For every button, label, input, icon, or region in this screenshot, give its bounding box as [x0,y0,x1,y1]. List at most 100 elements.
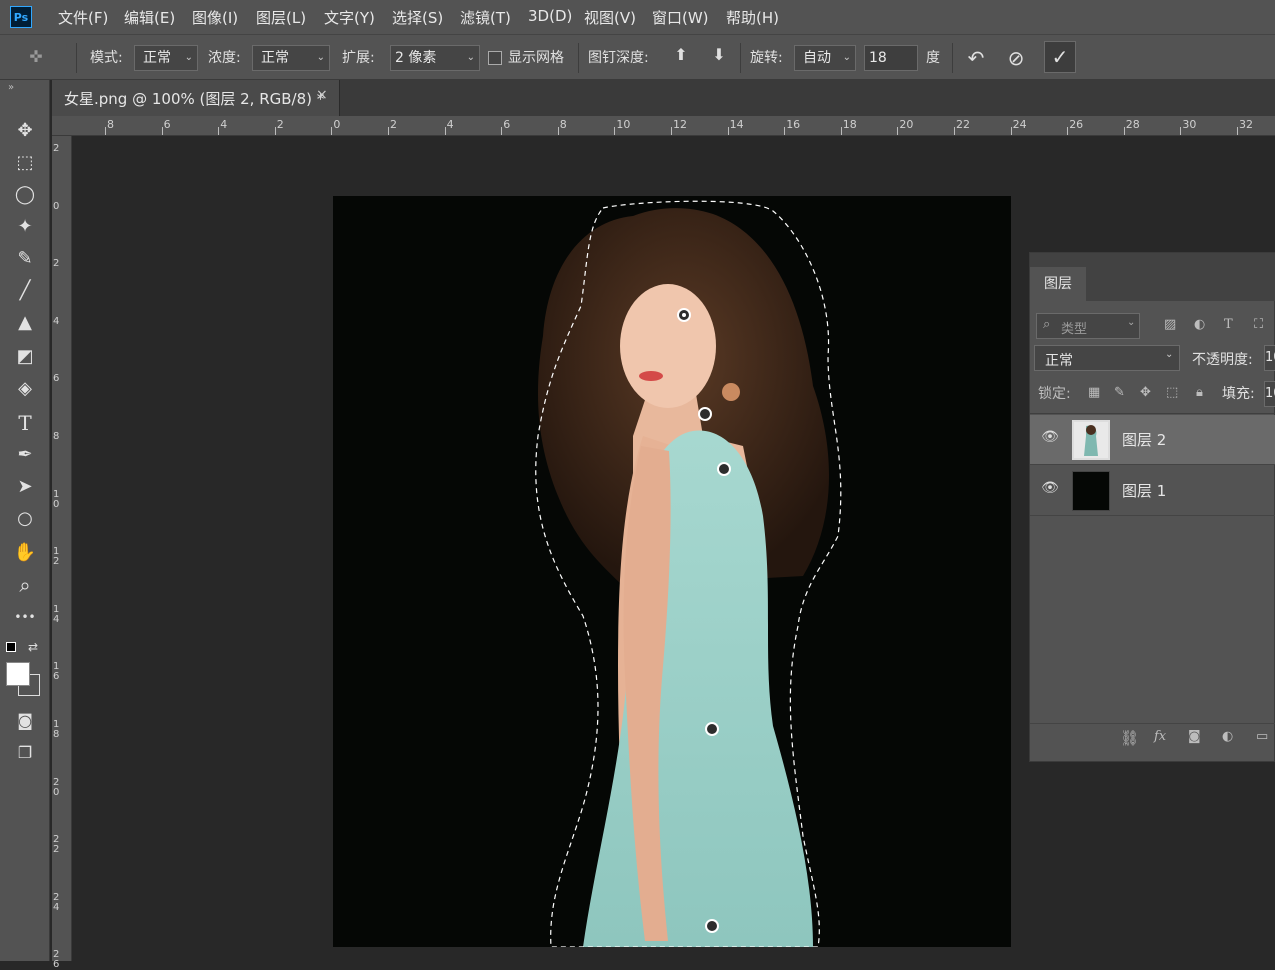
marquee-tool-icon[interactable]: ⬚ [12,150,38,176]
lasso-tool-icon[interactable]: ◯ [12,182,38,208]
swap-colors-icon[interactable]: ⇄ [28,640,38,654]
earring-shape [722,383,740,401]
layer-filter-select[interactable]: ⌕ 类型 ⌄ [1036,313,1140,339]
ruler-tick-label: 18 [53,719,60,740]
foreground-color-swatch[interactable] [6,662,30,686]
lock-all-icon[interactable]: 🔒︎ [1196,385,1203,400]
move-tool-icon[interactable]: ✥ [12,118,38,144]
density-select[interactable]: 正常 ⌄ [252,45,330,71]
menu-select[interactable]: 选择(S) [392,7,443,28]
commit-check-icon[interactable]: ✓ [1044,41,1076,73]
layer-row-selected[interactable]: 👁︎ 图层 2 [1030,415,1275,465]
lock-transparent-icon[interactable]: ▦ [1088,385,1100,400]
show-mesh-checkbox[interactable] [488,51,502,65]
type-tool-icon[interactable]: T [12,410,38,436]
density-label: 浓度: [208,50,241,66]
ruler-tick-label: 10 [616,118,631,131]
menu-image[interactable]: 图像(I) [192,7,238,28]
new-group-icon[interactable]: ▭ [1256,729,1268,744]
vertical-ruler: 2 0 2 4 6 8 10 12 14 16 18 20 22 24 26 [52,136,72,970]
layer-row[interactable]: 👁︎ 图层 1 [1030,466,1275,516]
fill-input[interactable]: 10 [1264,381,1275,407]
ruler-tick-label: 28 [1125,118,1140,131]
collapse-toolbar-icon[interactable]: » [8,82,14,93]
brush-tool-icon[interactable]: ╱ [12,278,38,304]
link-layers-icon[interactable]: ⛓ [1120,729,1139,747]
path-select-tool-icon[interactable]: ➤ [12,474,38,500]
ruler-tick-label: 20 [899,118,914,131]
menu-view[interactable]: 视图(V) [584,7,636,28]
zoom-tool-icon[interactable]: ⌕ [12,572,38,598]
adjustment-layer-icon[interactable]: ◐ [1222,729,1233,744]
eyedropper-tool-icon[interactable]: ✎ [12,246,38,272]
ruler-tick-label: 4 [220,118,228,131]
menu-bar: Ps 文件(F) 编辑(E) 图像(I) 图层(L) 文字(Y) 选择(S) 滤… [0,0,1275,34]
ruler-tick-label: 22 [956,118,970,131]
default-colors-icon[interactable] [6,642,16,652]
tab-layers[interactable]: 图层 [1030,267,1086,301]
rotate-label: 旋转: [750,50,783,66]
filter-type-icon[interactable]: T [1224,317,1233,332]
quick-mask-icon[interactable]: ◙ [12,708,38,734]
ruler-tick-label: 20 [53,776,60,798]
menu-edit[interactable]: 编辑(E) [124,7,175,28]
document-canvas[interactable] [333,196,1011,947]
angle-unit: 度 [926,50,940,66]
lock-position-icon[interactable]: ✥ [1140,385,1151,400]
expand-input[interactable]: 2 像素 ⌄ [390,45,480,71]
filter-adjustment-icon[interactable]: ◐ [1194,317,1205,332]
angle-input[interactable]: 18 [864,45,918,71]
fill-label: 填充: [1222,386,1255,402]
ruler-tick-label: 22 [53,834,60,856]
visibility-eye-icon[interactable]: 👁︎ [1040,480,1060,500]
pin-backward-icon[interactable]: ⬇ [706,45,732,71]
pen-tool-icon[interactable]: ✒ [12,442,38,468]
layer-name: 图层 1 [1122,482,1167,500]
menu-help[interactable]: 帮助(H) [726,7,779,28]
pin-forward-icon[interactable]: ⬆ [668,45,694,71]
ruler-tick-label: 0 [333,118,341,131]
ruler-tick-label: 32 [1239,118,1253,131]
chevron-down-icon: ⌄ [466,52,475,63]
stamp-tool-icon[interactable]: ▲ [12,310,38,336]
cancel-icon[interactable]: ⊘ [1002,44,1030,72]
ruler-tick-label: 24 [1012,118,1027,131]
menu-file[interactable]: 文件(F) [58,7,108,28]
paint-bucket-tool-icon[interactable]: ◈ [12,376,38,402]
puppet-pin-tool-icon[interactable]: ✜ [24,47,48,69]
document-tab[interactable]: 女星.png @ 100% (图层 2, RGB/8) * × [52,80,340,116]
tools-panel: » ✥ ⬚ ◯ ✦ ✎ ╱ ▲ ◩ ◈ T ✒ ➤ ○ ✋ ⌕ ••• ⇄ ◙ … [0,80,50,961]
filter-pixel-icon[interactable]: ▨ [1164,317,1176,332]
eraser-tool-icon[interactable]: ◩ [12,344,38,370]
blend-mode-select[interactable]: 正常 ⌄ [1034,345,1180,371]
magic-wand-tool-icon[interactable]: ✦ [12,214,38,240]
ruler-tick-label: 12 [673,118,687,131]
ellipse-tool-icon[interactable]: ○ [12,506,38,532]
lock-image-icon[interactable]: ✎ [1114,385,1125,400]
more-tools-icon[interactable]: ••• [12,604,38,630]
reset-icon[interactable]: ↶ [962,44,990,72]
add-mask-icon[interactable]: ◙ [1188,729,1201,744]
hand-tool-icon[interactable]: ✋ [12,540,38,566]
layer-filter-placeholder: 类型 [1061,322,1088,337]
close-icon[interactable]: × [316,87,328,103]
ruler-tick-label: 6 [503,118,511,131]
menu-type[interactable]: 文字(Y) [324,7,375,28]
fx-icon[interactable]: fx [1154,729,1166,744]
menu-filter[interactable]: 滤镜(T) [460,7,511,28]
rotate-select[interactable]: 自动 ⌄ [794,45,856,71]
menu-window[interactable]: 窗口(W) [652,7,709,28]
menu-3d[interactable]: 3D(D) [528,7,572,25]
menu-layer[interactable]: 图层(L) [256,7,306,28]
ruler-tick-label: 16 [786,118,801,131]
lock-artboard-icon[interactable]: ⬚ [1166,385,1178,400]
pin-depth-label: 图钉深度: [588,50,649,66]
opacity-input[interactable]: 10 [1264,345,1275,371]
screen-mode-icon[interactable]: ❐ [12,740,38,766]
options-bar: ✜ 模式: 正常 ⌄ 浓度: 正常 ⌄ 扩展: 2 像素 ⌄ 显示网格 图钉深度: ⬆… [0,34,1275,80]
mode-select[interactable]: 正常 ⌄ [134,45,198,71]
ruler-tick-label: 8 [53,431,60,442]
face-shape [620,284,716,408]
filter-shape-icon[interactable]: ⛶ [1254,317,1263,332]
visibility-eye-icon[interactable]: 👁︎ [1040,429,1060,449]
